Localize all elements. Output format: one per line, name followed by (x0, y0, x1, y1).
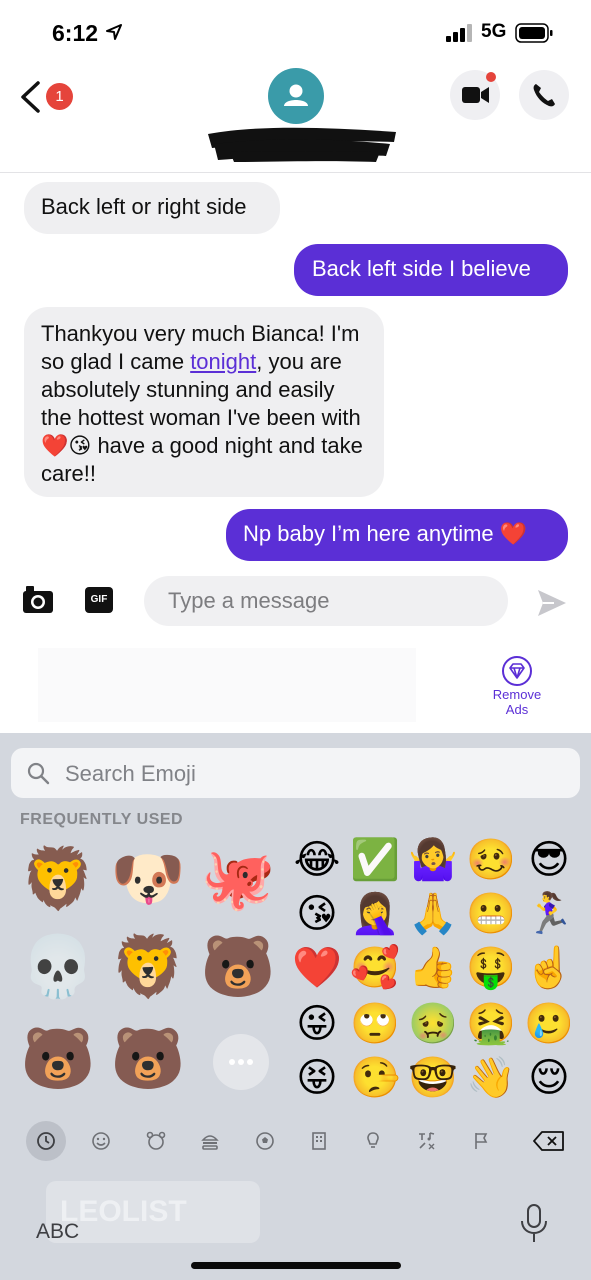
message-text: Np baby I’m here anytime ❤️ (243, 521, 528, 546)
symbols-category-icon[interactable] (407, 1121, 447, 1161)
message-bubble-incoming[interactable]: Back left or right side (24, 182, 280, 234)
emoji-item[interactable]: 👋 (466, 1053, 516, 1103)
message-bubble-outgoing[interactable]: Np baby I’m here anytime ❤️ (226, 509, 568, 561)
building-icon (312, 1132, 326, 1150)
memoji-octopus[interactable]: 🐙 (200, 841, 276, 917)
emoji-item[interactable]: 😎 (524, 835, 574, 885)
emoji-item[interactable]: 😜 (292, 999, 342, 1049)
status-bar: 6:12 5G (0, 0, 591, 60)
remove-ads-button[interactable]: Remove Ads (482, 655, 552, 721)
camera-icon[interactable] (22, 584, 54, 614)
emoji-item[interactable]: 😬 (466, 889, 516, 939)
memoji-lion[interactable]: 🦁 (110, 929, 186, 1005)
emoji-item[interactable]: 🤷‍♀️ (408, 835, 458, 885)
emoji-item[interactable]: 🤢 (408, 999, 458, 1049)
travel-category-icon[interactable] (299, 1121, 339, 1161)
animals-category-icon[interactable] (136, 1121, 176, 1161)
recent-category-icon[interactable] (26, 1121, 66, 1161)
emoji-item[interactable]: 🤥 (350, 1053, 400, 1103)
more-memoji-button[interactable] (213, 1034, 269, 1090)
message-input[interactable] (144, 576, 508, 626)
send-icon[interactable] (536, 588, 568, 618)
memoji-lion[interactable]: 🦁 (20, 841, 96, 917)
memoji-dog[interactable]: 🐶 (110, 841, 186, 917)
emoji-item[interactable]: 🥴 (466, 835, 516, 885)
abc-key[interactable]: ABC (36, 1220, 79, 1244)
bear-face-icon (146, 1131, 166, 1150)
emoji-keyboard: Search Emoji FREQUENTLY USED 🦁 🐶 🐙 💀 🦁 🐻… (0, 733, 591, 1280)
signal-bars-icon (446, 24, 472, 42)
home-indicator (191, 1262, 401, 1269)
chat-screen: 6:12 5G 1 Back left or right side Back l… (0, 0, 591, 1280)
battery-icon (515, 23, 553, 43)
emoji-category-bar (0, 1121, 591, 1165)
flag-icon (475, 1133, 488, 1149)
emoji-item[interactable]: 🤓 (408, 1053, 458, 1103)
notification-dot (486, 72, 496, 82)
phone-icon (533, 84, 555, 107)
delete-key[interactable] (529, 1121, 571, 1161)
emoji-item[interactable]: 🙏 (408, 889, 458, 939)
soccer-ball-icon (256, 1132, 274, 1150)
diamond-icon (502, 656, 532, 686)
backspace-icon (533, 1131, 564, 1151)
redacted-contact-name (208, 127, 396, 162)
back-button[interactable]: 1 (18, 80, 74, 116)
activity-category-icon[interactable] (245, 1121, 285, 1161)
video-call-button[interactable] (450, 70, 500, 120)
food-category-icon[interactable] (190, 1121, 230, 1161)
status-time: 6:12 (52, 20, 99, 46)
microphone-icon[interactable] (518, 1203, 550, 1245)
emoji-item[interactable]: 😘 (292, 889, 342, 939)
gif-button[interactable]: GIF (85, 587, 113, 613)
chat-header: 1 (0, 60, 591, 173)
message-link[interactable]: tonight (190, 349, 256, 374)
emoji-search-bar[interactable]: Search Emoji (11, 748, 580, 798)
emoji-item[interactable]: 🥰 (350, 943, 400, 993)
memoji-bear[interactable]: 🐻 (20, 1021, 96, 1097)
emoji-item[interactable]: 😝 (292, 1053, 342, 1103)
emoji-item[interactable]: ☝️ (524, 943, 574, 993)
emoji-item[interactable]: 🤮 (466, 999, 516, 1049)
search-icon (27, 762, 50, 785)
network-type: 5G (481, 21, 507, 42)
lightbulb-icon (367, 1132, 379, 1148)
message-text: Back left side I believe (312, 256, 531, 281)
contact-avatar[interactable] (268, 68, 324, 124)
flags-category-icon[interactable] (461, 1121, 501, 1161)
burger-icon (201, 1135, 219, 1150)
smileys-category-icon[interactable] (81, 1121, 121, 1161)
emoji-search-placeholder: Search Emoji (65, 761, 196, 786)
emoji-item[interactable]: 👍 (408, 943, 458, 993)
memoji-skull[interactable]: 💀 (20, 929, 96, 1005)
memoji-bear[interactable]: 🐻 (200, 929, 276, 1005)
emoji-item[interactable]: ❤️ (292, 943, 342, 993)
message-bubble-incoming[interactable]: Thankyou very much Bianca! I'm so glad I… (24, 307, 384, 497)
objects-category-icon[interactable] (353, 1121, 393, 1161)
chevron-left-icon (21, 81, 40, 113)
message-bubble-outgoing[interactable]: Back left side I believe (294, 244, 568, 296)
person-icon (284, 84, 308, 106)
voice-call-button[interactable] (519, 70, 569, 120)
ad-banner[interactable] (38, 648, 416, 722)
emoji-item[interactable]: 😌 (524, 1053, 574, 1103)
memoji-bear[interactable]: 🐻 (110, 1021, 186, 1097)
emoji-item[interactable]: 🥲 (524, 999, 574, 1049)
emoji-item[interactable]: 🤑 (466, 943, 516, 993)
clock-icon (37, 1132, 55, 1150)
smiley-icon (92, 1132, 110, 1150)
emoji-item[interactable]: 🏃‍♀️ (524, 889, 574, 939)
remove-ads-label: Remove Ads (492, 687, 542, 717)
emoji-item[interactable]: 😂 (292, 835, 342, 885)
emoji-item[interactable]: 🤦‍♀️ (350, 889, 400, 939)
section-label: FREQUENTLY USED (20, 811, 184, 828)
message-composer: GIF (0, 570, 591, 634)
message-text: Back left or right side (41, 194, 247, 219)
unread-badge: 1 (46, 83, 73, 110)
emoji-item[interactable]: ✅ (350, 835, 400, 885)
symbols-icon (419, 1132, 435, 1150)
location-arrow-icon (106, 24, 122, 40)
emoji-item[interactable]: 🙄 (350, 999, 400, 1049)
